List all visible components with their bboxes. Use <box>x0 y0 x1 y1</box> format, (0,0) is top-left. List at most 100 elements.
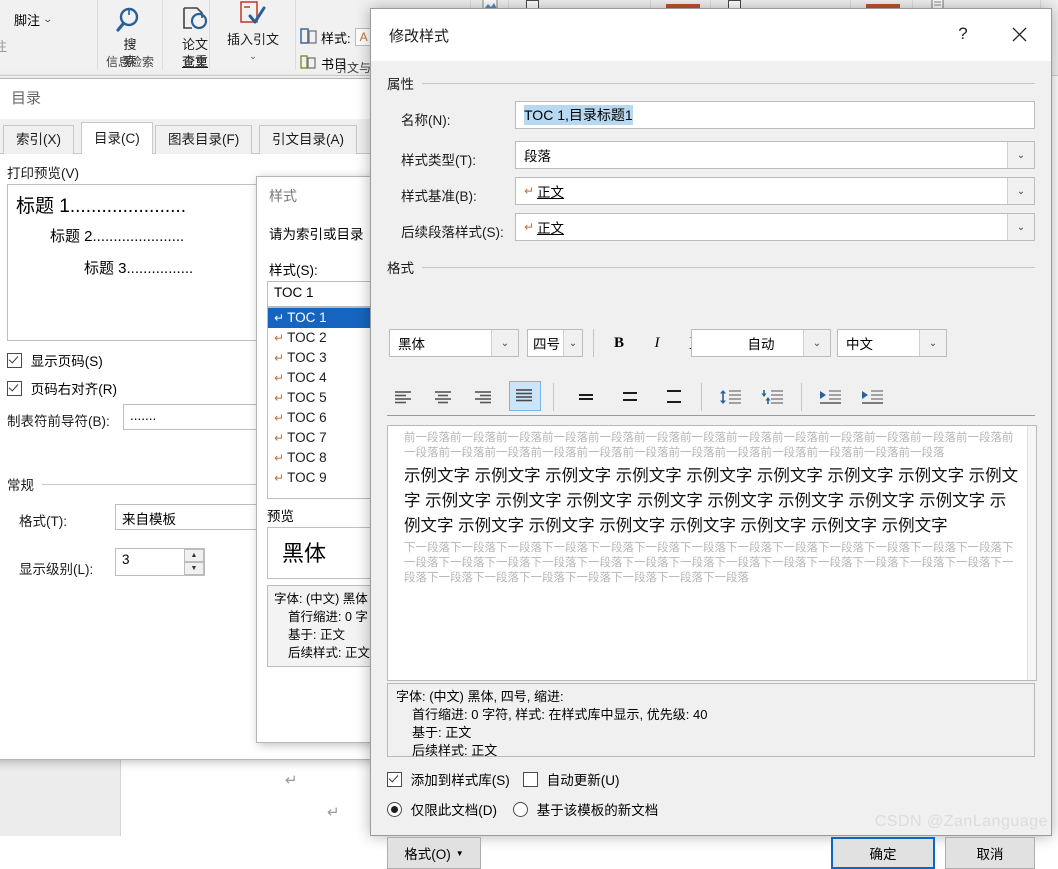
paragraph-mark-icon: ↵ <box>524 220 535 234</box>
document-canvas[interactable]: ↵ ↵ <box>0 758 370 836</box>
style-type-label: 样式类型(T): <box>401 153 476 168</box>
align-center-button[interactable] <box>429 383 459 411</box>
preview-heading-2: 标题 2...................... <box>50 228 185 245</box>
align-left-button[interactable] <box>389 383 419 411</box>
description-line: 后续样式: 正文 <box>412 743 498 758</box>
increase-paragraph-spacing-button[interactable] <box>715 383 747 411</box>
ribbon-item-note[interactable]: 注 <box>0 32 104 58</box>
radio-icon <box>513 802 528 817</box>
tab-figure-toc[interactable]: 图表目录(F) <box>155 125 253 154</box>
style-based-on-select[interactable]: ↵ 正文 ⌄ <box>515 177 1035 205</box>
line-spacing-1-5-button[interactable] <box>615 383 645 411</box>
paragraph-mark-icon: ↵ <box>274 391 285 405</box>
add-to-gallery-checkbox[interactable]: 添加到样式库(S) <box>387 769 510 789</box>
radio-icon <box>387 802 402 817</box>
tab-index[interactable]: 索引(X) <box>3 125 74 154</box>
decrease-indent-button[interactable] <box>815 383 847 411</box>
style-preview-area: 前一段落前一段落前一段落前一段落前一段落前一段落前一段落前一段落前一段落前一段落… <box>387 425 1037 681</box>
paragraph-mark-icon: ↵ <box>274 331 285 345</box>
format-select[interactable]: 来自模板 <box>115 504 265 530</box>
italic-button[interactable]: I <box>643 329 671 357</box>
insert-citation-label: 插入引文 <box>226 32 279 47</box>
next-style-label: 后续段落样式(S): <box>401 225 504 240</box>
format-group-label: 格式 <box>387 261 414 276</box>
tab-citation-toc[interactable]: 引文目录(A) <box>259 125 357 154</box>
font-size-value: 四号 <box>533 337 560 352</box>
tab-toc[interactable]: 目录(C) <box>81 122 153 154</box>
format-button[interactable]: 格式(O) ▼ <box>387 837 481 869</box>
language-select[interactable]: 中文 ⌄ <box>837 329 947 357</box>
chevron-down-icon[interactable]: ⌄ <box>210 48 296 65</box>
show-page-numbers-checkbox[interactable]: 显示页码(S) <box>7 350 103 370</box>
close-icon[interactable] <box>997 17 1041 51</box>
insert-citation-icon <box>210 0 296 31</box>
caret-down-icon: ▼ <box>455 848 464 858</box>
next-style-select[interactable]: ↵ 正文 ⌄ <box>515 213 1035 241</box>
paragraph-mark-icon: ↵ <box>327 804 340 821</box>
line-spacing-double-button[interactable] <box>659 383 689 411</box>
paragraph-mark-icon: ↵ <box>274 471 285 485</box>
stepper-down-icon[interactable]: ▼ <box>184 562 204 575</box>
font-family-value: 黑体 <box>398 337 425 352</box>
style-name-input[interactable]: TOC 1,目录标题1 <box>515 101 1035 129</box>
search-label-line1: 搜 <box>123 37 137 52</box>
font-size-select[interactable]: 四号 ⌄ <box>527 329 583 357</box>
style-description-box: 字体: (中文) 黑体, 四号, 缩进: 首行缩进: 0 字符, 样式: 在样式… <box>387 683 1035 758</box>
styles-field-label: 样式(S): <box>269 263 318 278</box>
search-icon <box>98 0 162 36</box>
style-name-value: TOC 1,目录标题1 <box>524 105 633 125</box>
chevron-down-icon[interactable]: ⌄ <box>919 330 946 356</box>
chevron-down-icon[interactable]: ⌄ <box>1007 142 1034 168</box>
chevron-down-icon[interactable]: ⌄ <box>563 330 582 356</box>
right-align-page-numbers-label: 页码右对齐(R) <box>30 382 118 397</box>
auto-update-checkbox[interactable]: 自动更新(U) <box>523 769 620 789</box>
show-levels-label: 显示级别(L): <box>19 562 94 577</box>
align-justify-button[interactable] <box>509 381 541 411</box>
style-type-select[interactable]: 段落 ⌄ <box>515 141 1035 169</box>
style-list-icon <box>300 27 317 47</box>
align-right-button[interactable] <box>469 383 499 411</box>
dialog-title-bar: 修改样式 ? <box>371 9 1051 61</box>
new-documents-radio[interactable]: 基于该模板的新文档 <box>513 799 658 819</box>
styles-preview-box: 黑体 <box>267 527 373 579</box>
ribbon-group-search[interactable]: 搜 索 信息检索 <box>98 0 162 70</box>
stepper-up-icon[interactable]: ▲ <box>184 549 204 562</box>
styles-prompt: 请为索引或目录 <box>269 227 364 242</box>
paragraph-mark-icon: ↵ <box>274 351 285 365</box>
cancel-button[interactable]: 取消 <box>945 837 1035 869</box>
show-page-numbers-label: 显示页码(S) <box>30 354 103 369</box>
bold-button[interactable]: B <box>605 329 633 357</box>
properties-group-label: 属性 <box>387 77 414 92</box>
font-color-select[interactable]: 自动 ⌄ <box>691 329 831 357</box>
description-line: 基于: 正文 <box>412 725 472 740</box>
paragraph-mark-icon: ↵ <box>274 451 285 465</box>
styles-preview-label: 预览 <box>267 509 294 524</box>
chevron-down-icon[interactable]: ⌄ <box>803 330 830 356</box>
toc-dialog-title: 目录 <box>0 79 379 119</box>
help-icon[interactable]: ? <box>941 17 985 51</box>
auto-update-label: 自动更新(U) <box>546 773 620 788</box>
ok-button[interactable]: 确定 <box>831 837 935 869</box>
style-label: 样式: <box>321 30 351 46</box>
only-this-document-radio[interactable]: 仅限此文档(D) <box>387 799 497 819</box>
ribbon-item-footnote[interactable]: 脚注 ⌄ <box>0 6 104 32</box>
increase-indent-button[interactable] <box>857 383 889 411</box>
chevron-down-icon[interactable]: ⌄ <box>1007 178 1034 204</box>
preview-before-text: 前一段落前一段落前一段落前一段落前一段落前一段落前一段落前一段落前一段落前一段落… <box>404 432 1014 459</box>
preview-after-text: 下一段落下一段落下一段落下一段落下一段落下一段落下一段落下一段落下一段落下一段落… <box>404 542 1014 584</box>
chevron-down-icon[interactable]: ⌄ <box>1007 214 1034 240</box>
preview-heading-1: 标题 1...................... <box>16 196 186 217</box>
decrease-paragraph-spacing-button[interactable] <box>757 383 789 411</box>
chevron-down-icon[interactable]: ⌄ <box>43 14 54 25</box>
show-levels-stepper[interactable]: ▲ ▼ <box>184 549 204 575</box>
line-spacing-single-button[interactable] <box>571 383 601 411</box>
description-line: 字体: (中文) 黑体, 四号, 缩进: <box>396 689 564 704</box>
tab-leader-label: 制表符前导符(B): <box>7 414 110 429</box>
chevron-down-icon[interactable]: ⌄ <box>491 330 518 356</box>
modify-style-dialog: 修改样式 ? 属性 名称(N): TOC 1,目录标题1 样式类型(T): 段落… <box>370 8 1052 869</box>
font-family-select[interactable]: 黑体 ⌄ <box>389 329 519 357</box>
ribbon-group-insert-citation[interactable]: 插入引文 ⌄ <box>210 0 296 65</box>
print-preview-box: 标题 1...................... 标题 2.........… <box>7 184 267 341</box>
preview-scrollbar[interactable] <box>1027 426 1036 680</box>
right-align-page-numbers-checkbox[interactable]: 页码右对齐(R) <box>7 378 117 398</box>
